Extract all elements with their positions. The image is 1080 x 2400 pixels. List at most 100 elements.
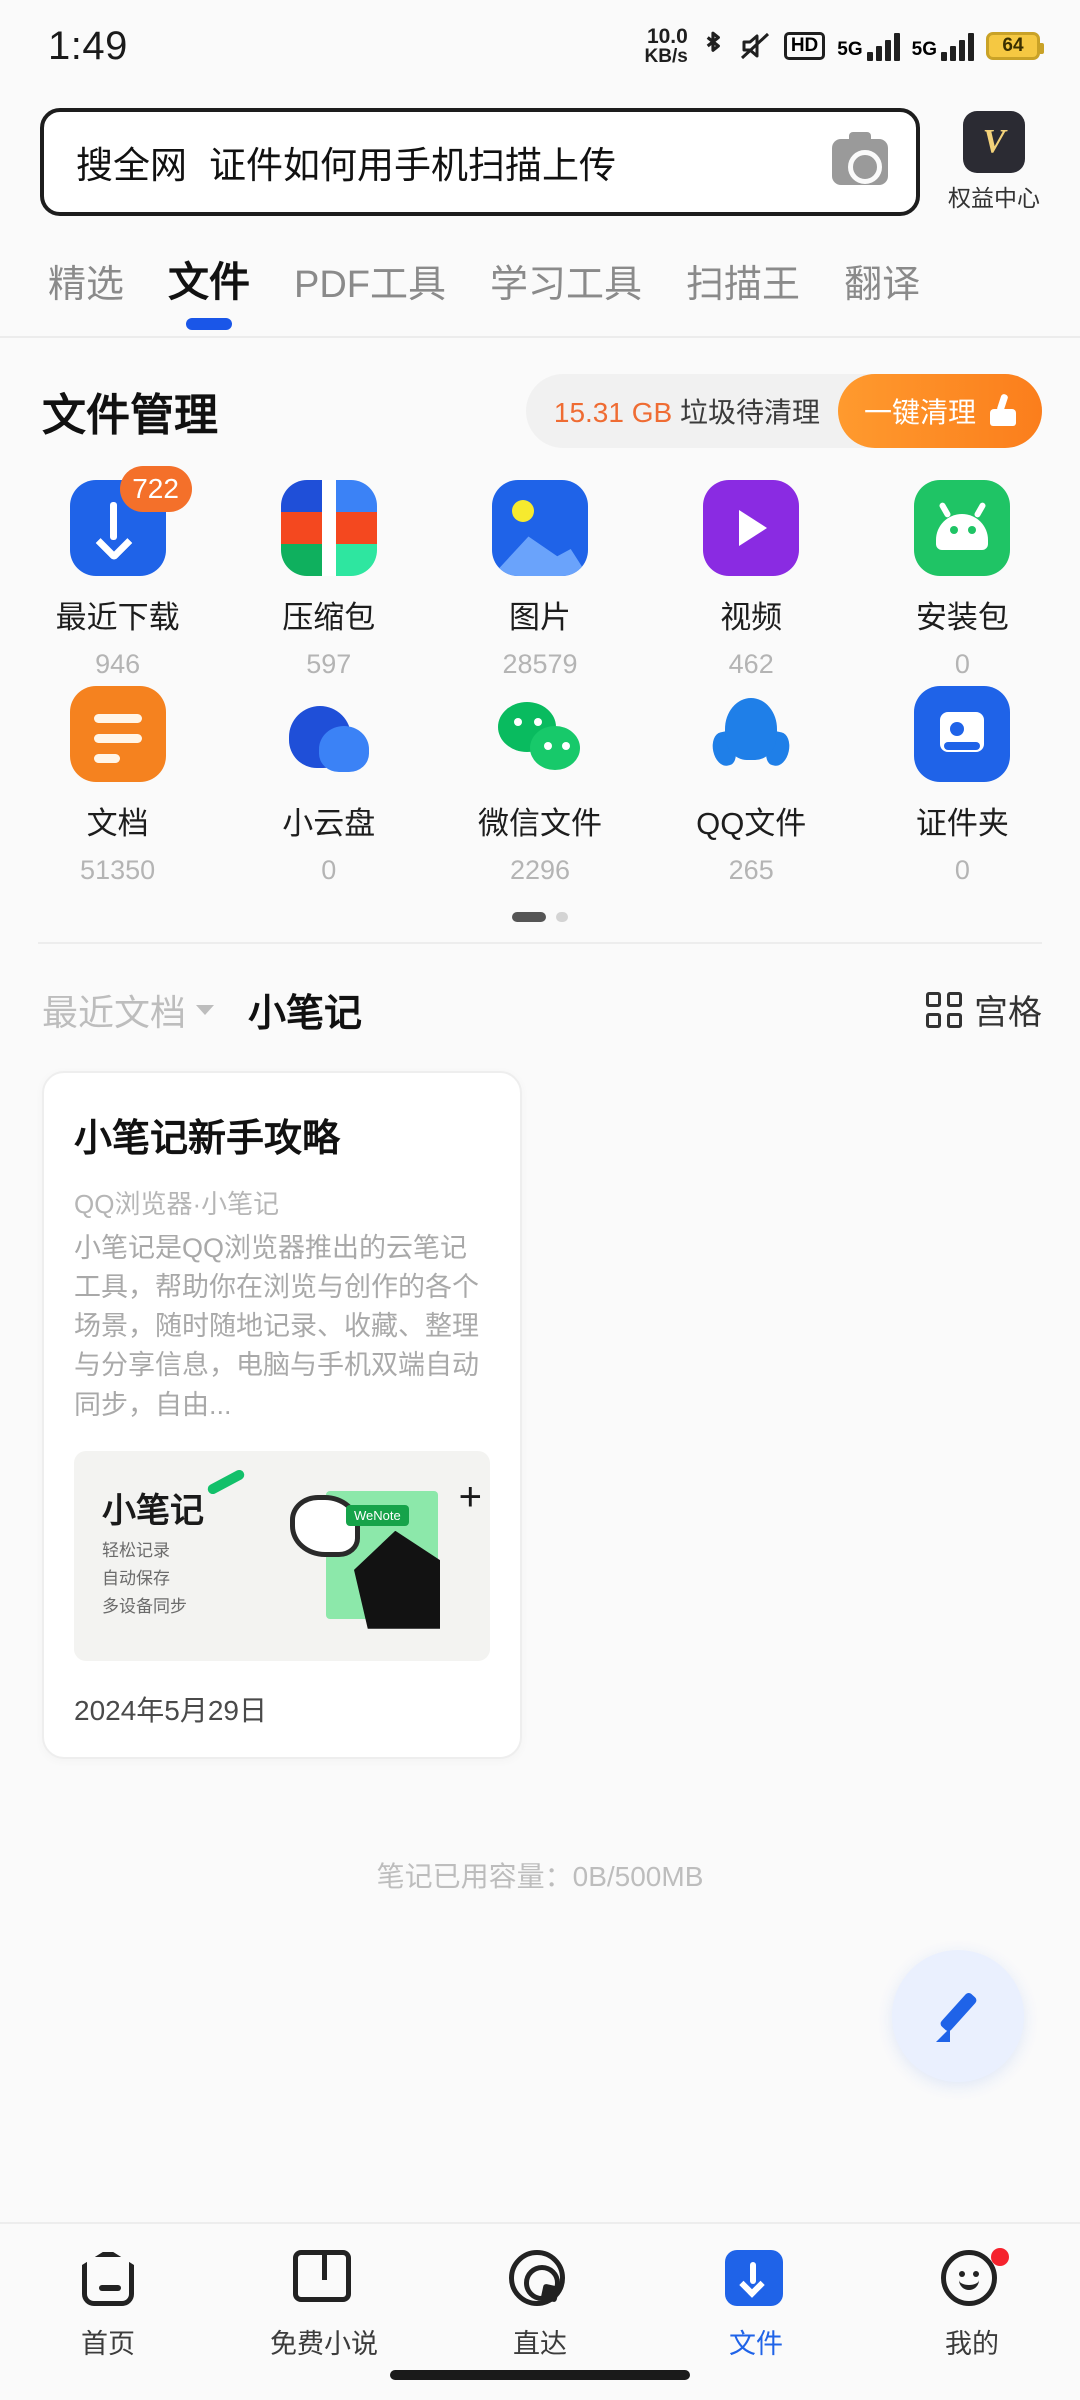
- bluetooth-icon: [700, 29, 726, 63]
- nav-label: 首页: [81, 2329, 135, 2359]
- junk-size: 15.31 GB: [553, 397, 673, 428]
- junk-clean-pill[interactable]: 15.31 GB 垃圾待清理 一键清理: [525, 374, 1042, 448]
- nav-item-direct[interactable]: 直达: [432, 2250, 648, 2361]
- search-input[interactable]: 搜全网 证件如何用手机扫描上传: [40, 108, 920, 216]
- note-date: 2024年5月29日: [74, 1694, 268, 1726]
- tab-label: 精选: [48, 264, 125, 306]
- nav-item-novels[interactable]: 免费小说: [216, 2250, 432, 2361]
- sun-shape: [511, 500, 534, 522]
- grid-view-icon: [926, 991, 962, 1028]
- recent-section-header: 最近文档 小笔记 宫格: [0, 944, 1080, 1037]
- tab-scan-king[interactable]: 扫描王: [664, 245, 822, 314]
- nav-label: 文件: [729, 2329, 783, 2359]
- new-note-fab[interactable]: [892, 1950, 1024, 2082]
- thumbnail-lines: 轻松记录 自动保存 多设备同步: [102, 1540, 187, 1616]
- note-title: 小笔记新手攻略: [74, 1118, 341, 1160]
- gesture-bar[interactable]: [390, 2370, 690, 2380]
- broom-icon: [986, 394, 1020, 428]
- direct-icon: [509, 2250, 571, 2308]
- category-count: 597: [306, 649, 352, 679]
- recent-documents-tab[interactable]: 最近文档: [42, 984, 215, 1036]
- notes-tab-label: 小笔记: [248, 993, 363, 1035]
- vip-center-label: 权益中心: [948, 185, 1040, 211]
- category-videos[interactable]: 视频 462: [646, 480, 857, 680]
- status-time: 1:49: [48, 23, 128, 68]
- main-content: 文件管理 15.31 GB 垃圾待清理 一键清理 722 最近下载 946 压缩…: [0, 338, 1080, 2222]
- download-badge: 722: [119, 466, 192, 512]
- nav-item-home[interactable]: 首页: [0, 2250, 216, 2361]
- tab-wenjian[interactable]: 文件: [146, 240, 272, 330]
- search-scope-label: 搜全网: [76, 145, 187, 186]
- image-icon: [491, 480, 588, 576]
- category-archives[interactable]: 压缩包 597: [223, 480, 434, 680]
- category-id-cards[interactable]: 证件夹 0: [857, 686, 1068, 886]
- thumbnail-pen-icon: [205, 1467, 247, 1496]
- camera-icon[interactable]: [832, 132, 888, 185]
- note-card[interactable]: 小笔记新手攻略 QQ浏览器·小笔记 小笔记是QQ浏览器推出的云笔记工具，帮助你在…: [42, 1071, 522, 1759]
- file-manager-header: 文件管理 15.31 GB 垃圾待清理 一键清理: [0, 338, 1080, 458]
- hd-icon: HD: [783, 32, 826, 60]
- note-source: QQ浏览器·小笔记: [74, 1189, 280, 1219]
- tab-study-tools[interactable]: 学习工具: [468, 245, 664, 314]
- video-icon: [703, 480, 800, 576]
- notes-tab[interactable]: 小笔记: [248, 982, 362, 1037]
- page-dot-active[interactable]: [512, 912, 546, 922]
- network-speed: 10.0 KB/s: [645, 26, 688, 66]
- category-count: 28579: [502, 649, 578, 679]
- category-count: 265: [728, 855, 774, 885]
- one-click-clean-button[interactable]: 一键清理: [837, 374, 1042, 448]
- signal-bars-2: [941, 31, 974, 61]
- category-count: 0: [321, 855, 337, 885]
- notification-dot: [991, 2248, 1009, 2266]
- category-images[interactable]: 图片 28579: [434, 480, 645, 680]
- vip-glyph: V: [982, 123, 1006, 160]
- nav-label: 直达: [513, 2329, 567, 2359]
- clean-button-label: 一键清理: [863, 397, 976, 428]
- status-icons: 10.0 KB/s HD 5G 5G 64: [645, 26, 1044, 66]
- battery-icon: 64: [986, 32, 1044, 60]
- home-icon: [77, 2250, 139, 2308]
- junk-status-text: 15.31 GB 垃圾待清理: [554, 391, 820, 431]
- category-apk[interactable]: 安装包 0: [857, 480, 1068, 680]
- junk-label: 垃圾待清理: [679, 397, 820, 428]
- network-speed-value: 10.0: [646, 25, 688, 48]
- thumbnail-plus-icon: +: [458, 1474, 482, 1519]
- profile-icon: [941, 2248, 1009, 2308]
- category-count: 0: [954, 855, 970, 885]
- apk-icon: [914, 480, 1011, 576]
- view-mode-toggle[interactable]: 宫格: [926, 985, 1042, 1034]
- download-icon: 722: [69, 466, 192, 576]
- archive-icon: [280, 480, 377, 576]
- vip-center-button[interactable]: V 权益中心: [938, 111, 1050, 213]
- category-cloud-disk[interactable]: 小云盘 0: [223, 686, 434, 886]
- category-label: 微信文件: [477, 806, 602, 841]
- tab-jingxuan[interactable]: 精选: [26, 245, 146, 314]
- top-tab-bar: 精选 文件 PDF工具 学习工具 扫描王 翻译: [0, 226, 1080, 330]
- category-label: 小云盘: [282, 806, 376, 841]
- category-documents[interactable]: 文档 51350: [12, 686, 223, 886]
- play-triangle: [739, 510, 768, 546]
- search-keyword: 证件如何用手机扫描上传: [209, 145, 616, 186]
- document-icon: [69, 686, 166, 782]
- category-label: 最近下载: [55, 600, 180, 635]
- tab-pdf-tools[interactable]: PDF工具: [272, 245, 468, 314]
- nav-item-files[interactable]: 文件: [648, 2250, 864, 2361]
- category-qq-files[interactable]: QQ文件 265: [646, 686, 857, 886]
- nav-label: 我的: [945, 2329, 999, 2359]
- category-count: 946: [95, 649, 141, 679]
- thumbnail-artwork: WeNote: [280, 1465, 470, 1645]
- category-wechat-files[interactable]: 微信文件 2296: [434, 686, 645, 886]
- page-dot[interactable]: [556, 912, 568, 922]
- qq-icon: [703, 686, 799, 782]
- tab-label: 扫描王: [686, 264, 801, 306]
- tab-translate[interactable]: 翻译: [822, 245, 942, 314]
- app-screen: 1:49 10.0 KB/s HD 5G 5G 64 搜全网 证件如何用手机扫描…: [0, 0, 1080, 2400]
- category-label: 文档: [86, 806, 149, 841]
- mute-icon: [738, 30, 772, 62]
- tab-label: PDF工具: [294, 264, 447, 306]
- category-recent-downloads[interactable]: 722 最近下载 946: [12, 466, 223, 680]
- nav-item-profile[interactable]: 我的: [864, 2248, 1080, 2361]
- category-label: 视频: [720, 600, 783, 635]
- signal-group-1: 5G: [837, 31, 900, 61]
- wechat-icon: [492, 686, 588, 782]
